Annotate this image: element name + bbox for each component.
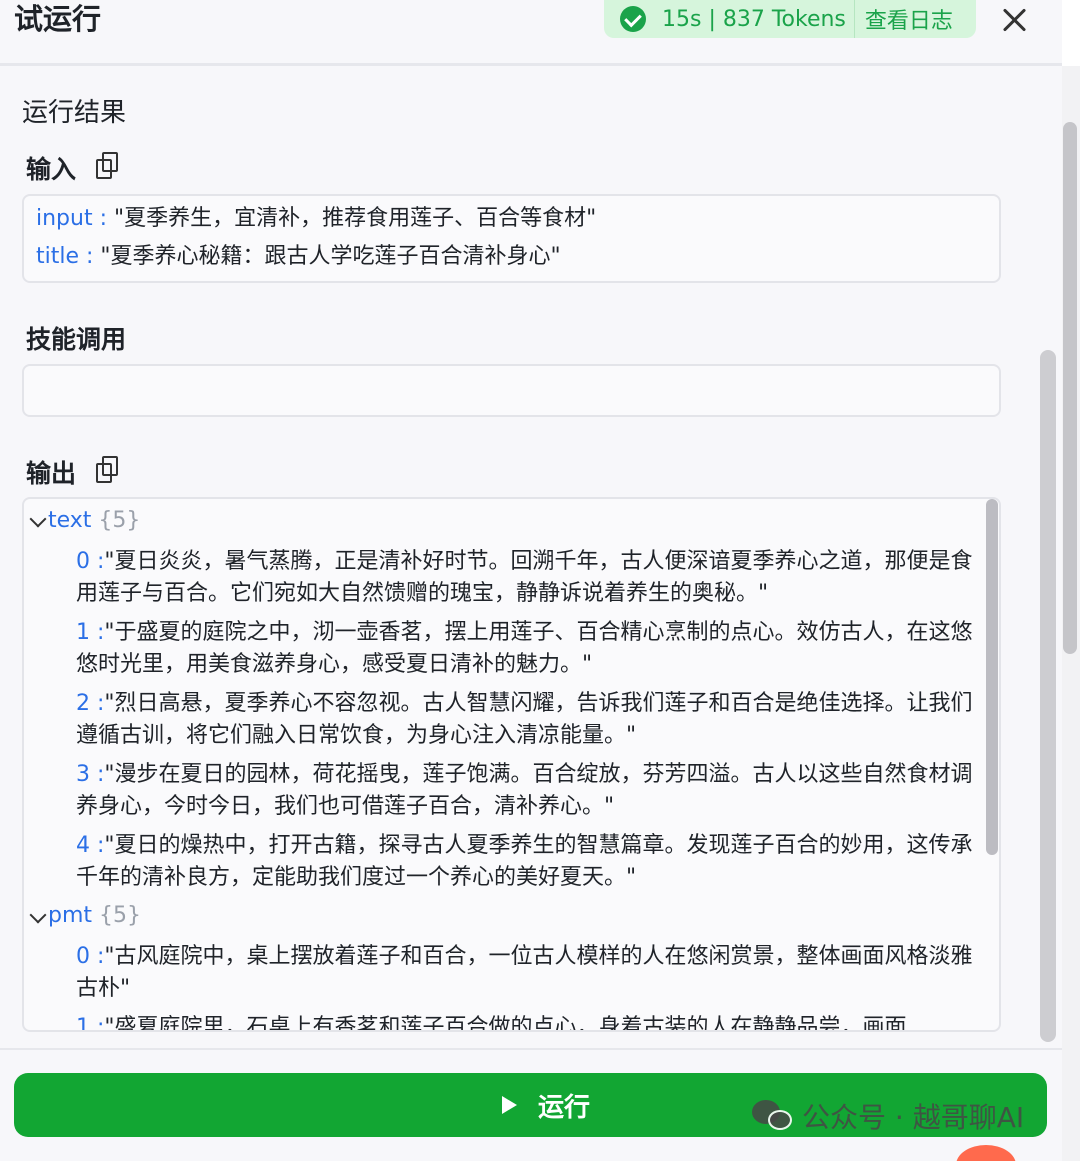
wechat-icon	[752, 1098, 794, 1134]
input-field-row: input : "夏季养生，宜清补，推荐食用莲子、百合等食材"	[36, 206, 597, 231]
panel-scrollbar[interactable]	[1040, 350, 1056, 1042]
list-item: 1 :"于盛夏的庭院之中，沏一壶香茗，摆上用莲子、百合精心烹制的点心。效仿古人，…	[76, 620, 973, 677]
input-box: input : "夏季养生，宜清补，推荐食用莲子、百合等食材" title : …	[22, 194, 1001, 283]
field-value: "夏季养生，宜清补，推荐食用莲子、百合等食材"	[114, 206, 597, 231]
run-status-text: 15s | 837 Tokens	[662, 6, 846, 32]
list-item: 1 :"盛夏庭院里，石桌上有香茗和莲子百合做的点心，身着古装的人在静静品尝，画面	[76, 1015, 907, 1032]
field-key: input	[36, 206, 93, 231]
play-icon	[502, 1096, 517, 1114]
skills-box	[22, 364, 1001, 417]
run-button-label: 运行	[538, 1093, 591, 1123]
chevron-down-icon[interactable]	[29, 906, 47, 924]
list-item: 4 :"夏日的燥热中，打开古籍，探寻古人夏季养生的智慧篇章。发现莲子百合的妙用，…	[76, 833, 973, 890]
panel-title: 试运行	[14, 2, 102, 36]
copy-input-icon[interactable]	[96, 152, 120, 180]
output-heading: 输出	[26, 459, 77, 488]
input-field-row: title : "夏季养心秘籍：跟古人学吃莲子百合清补身心"	[36, 244, 561, 269]
close-icon[interactable]	[996, 2, 1032, 38]
result-heading: 运行结果	[22, 98, 127, 128]
input-heading: 输入	[26, 155, 77, 184]
watermark-text: 公众号 · 越哥聊AI	[802, 1101, 1025, 1134]
output-scrollbar[interactable]	[986, 499, 998, 855]
check-circle-icon	[620, 6, 646, 32]
watermark: 公众号 · 越哥聊AI	[752, 1096, 1024, 1136]
list-item: 0 :"夏日炎炎，暑气蒸腾，正是清补好时节。回溯千年，古人便深谙夏季养心之道，那…	[76, 549, 973, 606]
chevron-down-icon[interactable]	[29, 510, 47, 528]
output-box: text {5} 0 :"夏日炎炎，暑气蒸腾，正是清补好时节。回溯千年，古人便深…	[22, 497, 1001, 1032]
run-panel: 试运行 15s | 837 Tokens 查看日志 运行结果 输入 input …	[0, 0, 1062, 1161]
panel-header: 试运行 15s | 837 Tokens 查看日志	[0, 0, 1062, 66]
copy-output-icon[interactable]	[96, 456, 120, 484]
list-item: 0 :"古风庭院中，桌上摆放着莲子和百合，一位古人模样的人在悠闲赏景，整体画面风…	[76, 944, 973, 1001]
skills-heading: 技能调用	[26, 325, 127, 354]
divider	[853, 0, 855, 38]
page-scrollbar[interactable]	[1063, 122, 1077, 654]
tree-node-pmt[interactable]: pmt {5}	[48, 903, 141, 928]
list-item: 2 :"烈日高悬，夏季养心不容忽视。古人智慧闪耀，告诉我们莲子和百合是绝佳选择。…	[76, 691, 973, 748]
tree-node-text[interactable]: text {5}	[48, 508, 140, 533]
view-log-link[interactable]: 查看日志	[865, 3, 953, 35]
run-status-badge: 15s | 837 Tokens 查看日志	[604, 0, 976, 38]
field-key: title	[36, 244, 80, 269]
field-value: "夏季养心秘籍：跟古人学吃莲子百合清补身心"	[100, 244, 561, 269]
list-item: 3 :"漫步在夏日的园林，荷花摇曳，莲子饱满。百合绽放，芬芳四溢。古人以这些自然…	[76, 762, 973, 819]
